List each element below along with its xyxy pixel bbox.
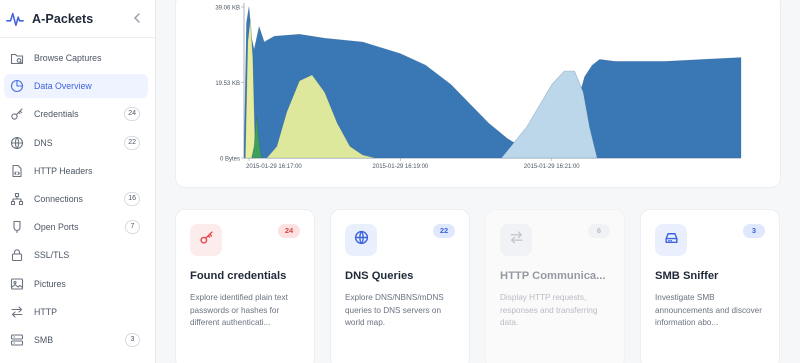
lock-icon [10, 248, 24, 262]
card-description: Explore DNS/NBNS/mDNS queries to DNS ser… [345, 293, 444, 328]
pie-chart-icon [10, 79, 24, 93]
x-tick-label: 2015-01-29 16:19:00 [373, 164, 429, 170]
count-badge: 22 [124, 135, 140, 150]
card-title: SMB Sniffer [655, 270, 719, 282]
sidebar-item-connections[interactable]: Connections 16 [4, 187, 148, 211]
card-count-badge: 24 [278, 224, 300, 238]
card-description: Explore identified plain text passwords … [190, 293, 288, 328]
sidebar-item-label: Credentials [34, 109, 79, 120]
app-title: A-Packets [32, 12, 94, 26]
y-tick-label: 0 Bytes [220, 157, 240, 163]
y-tick-label: 39.06 KB [215, 6, 240, 12]
sidebar-item-label: SSL/TLS [34, 250, 70, 261]
count-badge: 3 [125, 332, 140, 347]
card-icon-box [655, 224, 687, 256]
count-badge: 24 [124, 107, 140, 122]
sidebar-nav: Browse Captures Data Overview Credentials 2… [4, 46, 148, 356]
sidebar-item-label: SMB [34, 334, 54, 345]
count-badge: 16 [124, 191, 140, 206]
card-icon-box [345, 224, 377, 256]
traffic-area-chart: 39.06 KB 19.53 KB 0 Bytes 2015-01-29 16:17:… [215, 3, 742, 170]
brand: A-Packets [6, 8, 150, 30]
card-count-badge: 22 [433, 224, 455, 238]
arrows-swap-icon [10, 305, 24, 319]
image-icon [10, 277, 24, 291]
network-icon [10, 192, 24, 206]
sidebar-item-label: DNS [34, 137, 53, 148]
sidebar-item-dns[interactable]: DNS 22 [4, 131, 148, 155]
sidebar-item-open-ports[interactable]: Open Ports 7 [4, 215, 148, 239]
sidebar-item-label: Pictures [34, 278, 66, 289]
sidebar-item-label: Open Ports [34, 222, 79, 233]
card-title: Found credentials [190, 270, 287, 282]
sidebar-item-browse-captures[interactable]: Browse Captures [4, 46, 148, 70]
sidebar-item-data-overview[interactable]: Data Overview [4, 74, 148, 99]
x-tick-label: 2015-01-29 16:21:00 [524, 164, 580, 170]
sidebar-item-smb[interactable]: SMB 3 [4, 328, 148, 352]
card-icon-box [190, 224, 222, 256]
sidebar-item-label: Connections [34, 193, 83, 204]
key-icon [10, 107, 24, 121]
y-tick-label: 19.53 KB [215, 81, 240, 87]
plug-icon [10, 220, 24, 234]
card-description: Investigate SMB announcements and discov… [655, 293, 762, 328]
card-title: HTTP Communica... [500, 270, 606, 282]
sidebar: A-Packets Browse Captures Data Overview Cr… [0, 0, 156, 363]
card-icon-box [500, 224, 532, 256]
card-count-badge: 3 [743, 224, 765, 238]
hard-drive-icon [664, 230, 679, 250]
feature-card-smb-sniffer[interactable]: 3 SMB Sniffer Investigate SMB announcement… [640, 209, 780, 363]
x-tick-label: 2015-01-29 16:17:00 [246, 164, 302, 170]
sidebar-item-label: Browse Captures [34, 53, 102, 63]
file-code-icon [10, 164, 24, 178]
sidebar-item-credentials[interactable]: Credentials 24 [4, 102, 148, 126]
pulse-logo-icon [6, 12, 24, 27]
sidebar-item-ssl-tls[interactable]: SSL/TLS [4, 243, 148, 267]
sidebar-item-label: Data Overview [34, 81, 92, 92]
sidebar-item-http-headers[interactable]: HTTP Headers [4, 159, 148, 183]
card-description: Display HTTP requests, responses and tra… [500, 293, 598, 328]
feature-card-dns-queries[interactable]: 22 DNS Queries Explore DNS/NBNS/mDNS queri… [330, 209, 470, 363]
card-title: DNS Queries [345, 270, 414, 282]
arrows-swap-icon [509, 230, 524, 250]
sidebar-item-http[interactable]: HTTP [4, 300, 148, 324]
server-icon [10, 333, 24, 347]
globe-icon [10, 136, 24, 150]
chevron-left-icon[interactable] [130, 10, 144, 26]
key-icon [199, 230, 214, 250]
card-count-badge: 6 [588, 224, 610, 238]
sidebar-item-pictures[interactable]: Pictures [4, 272, 148, 296]
traffic-chart-card: 39.06 KB 19.53 KB 0 Bytes 2015-01-29 16:17:… [175, 0, 781, 188]
count-badge: 7 [125, 220, 140, 235]
feature-card-http-communica[interactable]: 6 HTTP Communica... Display HTTP requests,… [485, 209, 625, 363]
folder-search-icon [10, 51, 24, 65]
sidebar-item-label: HTTP [34, 306, 57, 317]
globe-icon [354, 230, 369, 250]
sidebar-divider [0, 37, 155, 38]
sidebar-item-label: HTTP Headers [34, 165, 93, 176]
feature-card-found-credentials[interactable]: 24 Found credentials Explore identified pl… [175, 209, 315, 363]
